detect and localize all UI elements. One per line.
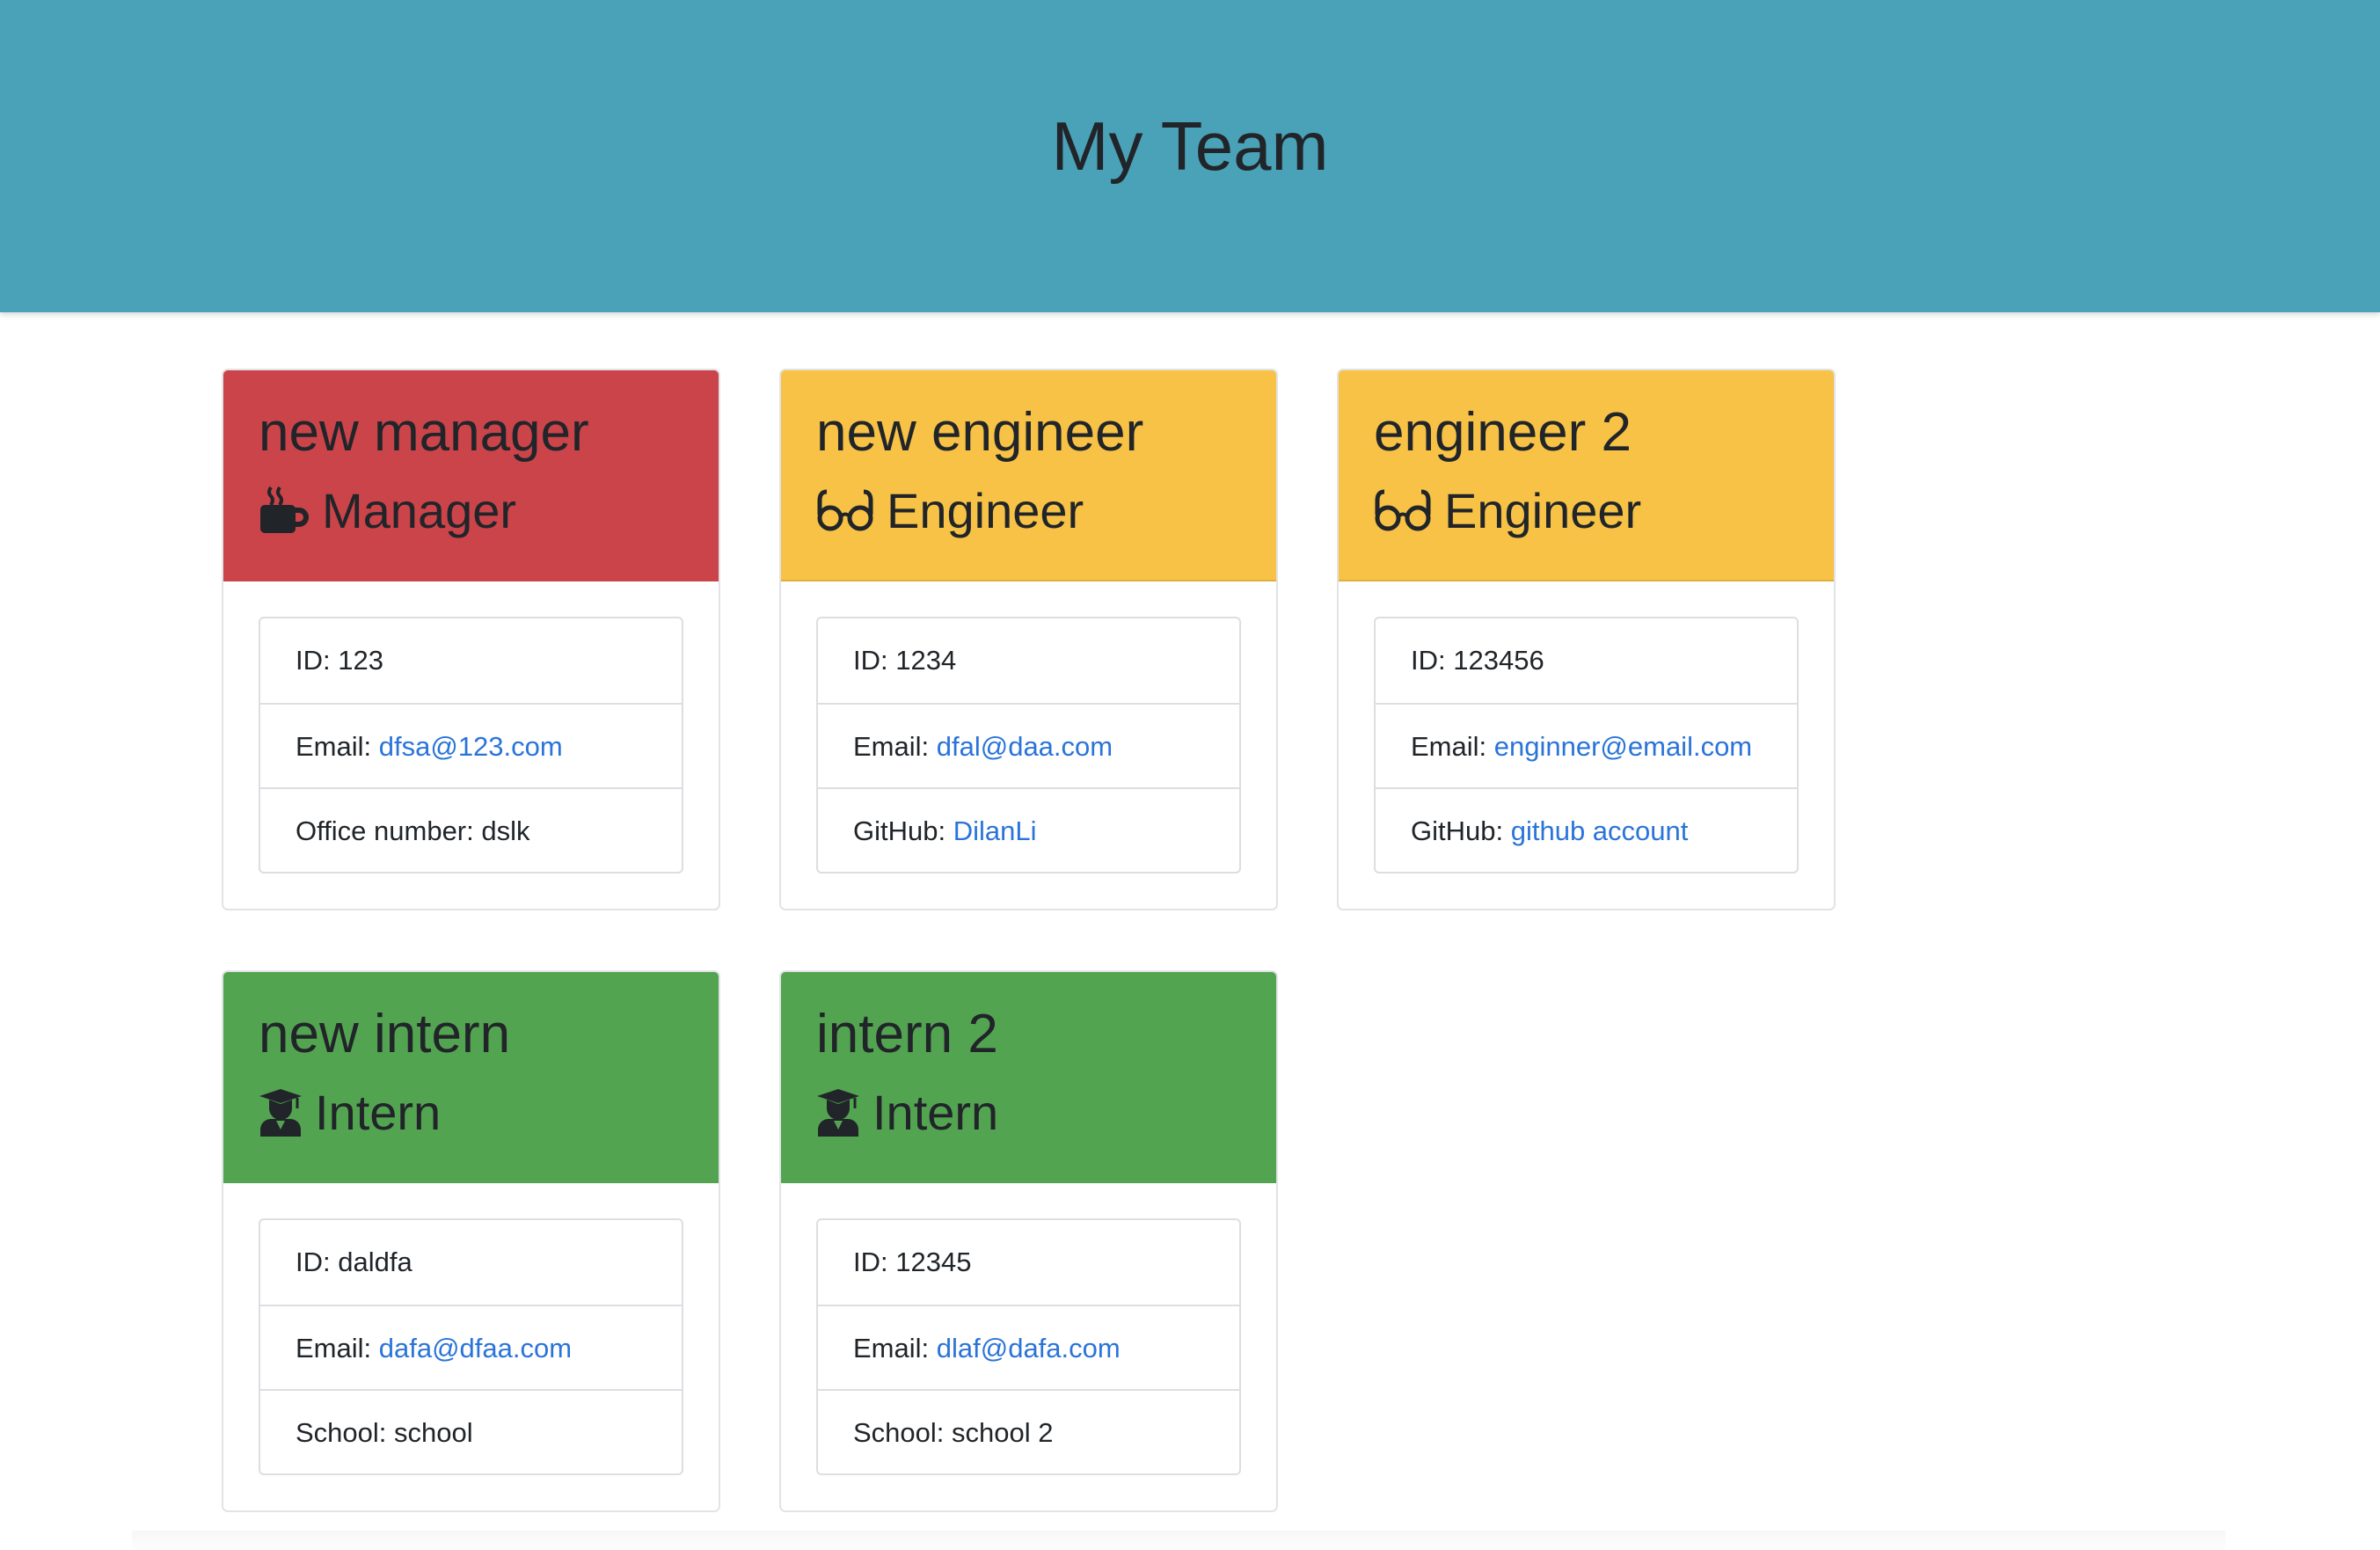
email-link[interactable]: dafa@dfaa.com [379,1333,572,1364]
email-link[interactable]: dfsa@123.com [379,731,563,762]
id-item: ID: daldfa [260,1220,682,1305]
school-value: school [394,1417,473,1448]
id-label: ID: [296,645,339,676]
school-value: school 2 [952,1417,1054,1448]
office-number-item: Office number: dslk [260,787,682,872]
github-item: GitHub: github account [1376,787,1797,872]
page-header: My Team [0,0,2380,312]
employee-card-intern: intern 2 Intern ID: 12345 Email: dlaf@da… [779,970,1278,1512]
email-label: Email: [853,731,937,762]
id-value: daldfa [338,1247,412,1277]
id-value: 123 [338,645,383,676]
card-header: new manager Manager [223,370,719,581]
employee-name: new manager [259,402,589,463]
role-label: Manager [322,482,517,538]
email-item: Email: dfsa@123.com [260,703,682,787]
email-link[interactable]: dlaf@dafa.com [937,1333,1121,1364]
employee-name: new engineer [816,402,1144,463]
github-label: GitHub: [1411,815,1511,846]
office-number-label: Office number: [296,815,482,846]
role-label: Engineer [887,482,1084,538]
page-title: My Team [1051,107,1329,185]
employee-card-intern: new intern Intern ID: daldfa Email: dafa… [222,970,720,1512]
card-body: ID: daldfa Email: dafa@dfaa.com School: … [223,1183,719,1510]
github-label: GitHub: [853,815,953,846]
school-item: School: school 2 [818,1389,1239,1473]
info-list: ID: 123456 Email: enginner@email.com Git… [1374,617,1799,874]
id-label: ID: [1411,645,1454,676]
id-label: ID: [296,1247,339,1277]
employee-name: new intern [259,1004,511,1064]
employee-name: engineer 2 [1374,402,1632,463]
graduate-icon [816,1087,860,1137]
card-body: ID: 123 Email: dfsa@123.com Office numbe… [223,581,719,909]
id-item: ID: 1234 [818,618,1239,703]
github-link[interactable]: DilanLi [953,815,1037,846]
school-label: School: [853,1417,953,1448]
coffee-icon [259,486,310,535]
role-label: Intern [315,1084,442,1140]
email-item: Email: enginner@email.com [1376,703,1797,787]
card-header: new engineer Engineer [781,370,1276,581]
role-label: Engineer [1444,482,1642,538]
id-value: 12345 [895,1247,972,1277]
info-list: ID: 12345 Email: dlaf@dafa.com School: s… [816,1218,1241,1475]
id-item: ID: 123 [260,618,682,703]
employee-role: Engineer [816,471,1276,550]
id-value: 123456 [1453,645,1544,676]
card-header: engineer 2 Engineer [1339,370,1834,581]
id-label: ID: [853,1247,896,1277]
email-link[interactable]: dfal@daa.com [937,731,1113,762]
card-header: intern 2 Intern [781,972,1276,1183]
page-bottom-shadow [132,1531,2225,1550]
email-item: Email: dfal@daa.com [818,703,1239,787]
id-item: ID: 123456 [1376,618,1797,703]
info-list: ID: daldfa Email: dafa@dfaa.com School: … [259,1218,683,1475]
glasses-icon [816,488,874,532]
employee-card-engineer: new engineer Engineer ID: 1234 Email: df… [779,369,1278,910]
card-body: ID: 123456 Email: enginner@email.com Git… [1339,581,1834,909]
card-body: ID: 1234 Email: dfal@daa.com GitHub: Dil… [781,581,1276,909]
info-list: ID: 1234 Email: dfal@daa.com GitHub: Dil… [816,617,1241,874]
employee-card-manager: new manager Manager ID: 123 Email: dfsa@… [222,369,720,910]
role-label: Intern [872,1084,999,1140]
id-item: ID: 12345 [818,1220,1239,1305]
github-link[interactable]: github account [1511,815,1689,846]
email-item: Email: dlaf@dafa.com [818,1305,1239,1389]
graduate-icon [259,1087,303,1137]
email-label: Email: [296,731,379,762]
school-item: School: school [260,1389,682,1473]
office-number-value: dslk [481,815,530,846]
id-label: ID: [853,645,896,676]
employee-role: Engineer [1374,471,1834,550]
employee-card-engineer: engineer 2 Engineer ID: 123456 Email: en… [1337,369,1836,910]
glasses-icon [1374,488,1432,532]
employee-role: Intern [816,1072,1276,1152]
email-item: Email: dafa@dfaa.com [260,1305,682,1389]
employee-role: Manager [259,471,719,550]
employee-role: Intern [259,1072,719,1152]
card-header: new intern Intern [223,972,719,1183]
school-label: School: [296,1417,395,1448]
card-body: ID: 12345 Email: dlaf@dafa.com School: s… [781,1183,1276,1510]
id-value: 1234 [895,645,957,676]
github-item: GitHub: DilanLi [818,787,1239,872]
email-label: Email: [296,1333,379,1364]
email-label: Email: [1411,731,1494,762]
email-label: Email: [853,1333,937,1364]
email-link[interactable]: enginner@email.com [1494,731,1752,762]
info-list: ID: 123 Email: dfsa@123.com Office numbe… [259,617,683,874]
employee-name: intern 2 [816,1004,998,1064]
